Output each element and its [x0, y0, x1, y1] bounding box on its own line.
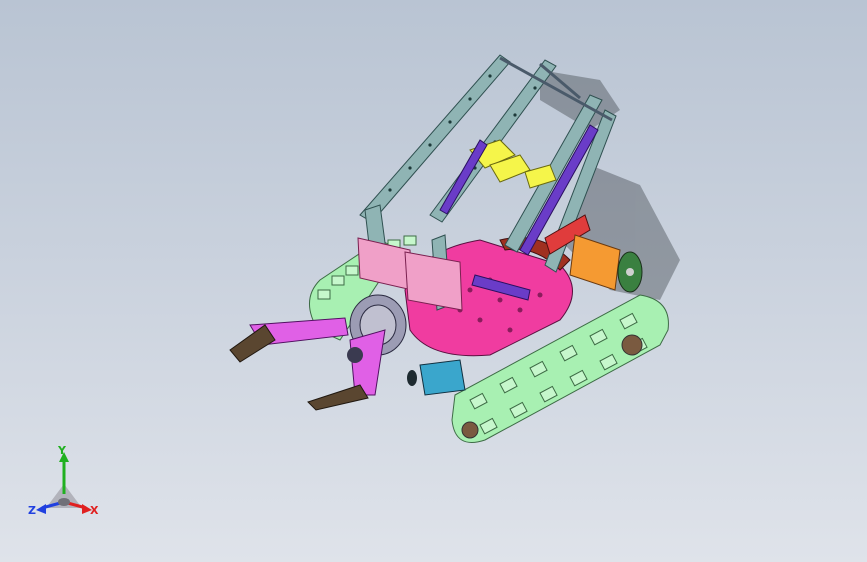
robot-assembly-model[interactable] [0, 0, 867, 562]
y-axis-label: Y [58, 444, 66, 457]
z-axis-label: Z [28, 504, 36, 517]
x-axis-label: X [90, 504, 99, 517]
graphics-viewport[interactable]: Y X Z [0, 0, 867, 562]
blue-motor [407, 359, 466, 396]
coordinate-triad: Y X Z [26, 444, 106, 526]
